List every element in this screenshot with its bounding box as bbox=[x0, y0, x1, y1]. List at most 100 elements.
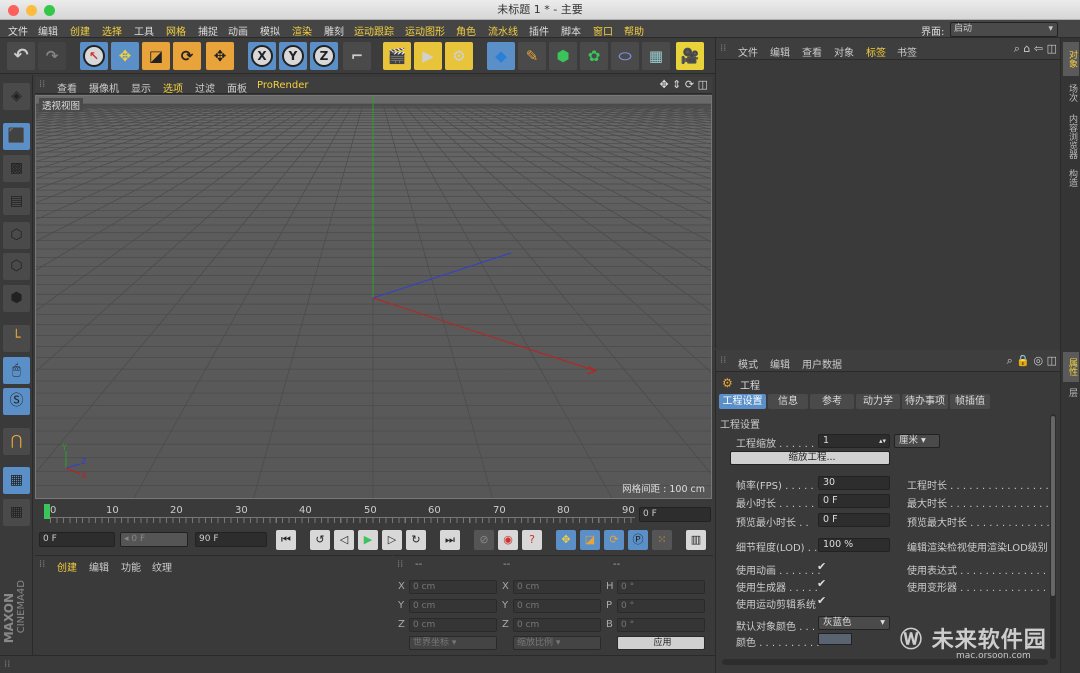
object-menu-objects[interactable]: 对象 bbox=[834, 44, 854, 59]
tab-info[interactable]: 信息 bbox=[768, 394, 808, 409]
size-x-field[interactable]: 0 cm bbox=[513, 580, 601, 594]
menu-tools[interactable]: 工具 bbox=[134, 23, 154, 38]
use-motion-system-checkbox[interactable]: ✔ bbox=[817, 594, 826, 607]
tab-reference[interactable]: 参考 bbox=[810, 394, 854, 409]
side-tab-objects[interactable]: 对象 bbox=[1063, 42, 1079, 76]
workplane-button[interactable]: ▤ bbox=[3, 188, 30, 215]
live-select-button[interactable]: ↖ bbox=[80, 42, 108, 70]
menu-script[interactable]: 脚本 bbox=[561, 23, 581, 38]
position-x-field[interactable]: 0 cm bbox=[409, 580, 497, 594]
pen-button[interactable]: ✎ bbox=[518, 42, 546, 70]
camera-button[interactable]: 🎥 bbox=[676, 42, 704, 70]
lod-field[interactable]: 100 % bbox=[818, 538, 890, 552]
scale-project-button[interactable]: 缩放工程... bbox=[730, 451, 890, 465]
scale-mode-select[interactable]: 缩放比例 ▾ bbox=[513, 636, 601, 650]
axis-mode-button[interactable]: └ bbox=[3, 325, 30, 352]
menu-motion-tracking[interactable]: 运动跟踪 bbox=[354, 23, 394, 38]
use-generators-checkbox[interactable]: ✔ bbox=[817, 577, 826, 590]
render-picture-viewer-button[interactable]: ▶ bbox=[414, 42, 442, 70]
tab-interpolation[interactable]: 帧插值 bbox=[950, 394, 990, 409]
material-menu-create[interactable]: 创建 bbox=[57, 559, 77, 574]
material-menu-function[interactable]: 功能 bbox=[121, 559, 141, 574]
scrollbar-thumb[interactable] bbox=[1051, 416, 1055, 596]
magnet-button[interactable]: ⋂ bbox=[3, 428, 30, 455]
rotate-tool-button[interactable]: ⟳ bbox=[173, 42, 201, 70]
viewport-menu-options[interactable]: 选项 bbox=[163, 80, 183, 95]
menu-render[interactable]: 渲染 bbox=[292, 23, 312, 38]
timeline-ruler[interactable]: 0 10 20 30 40 50 60 70 80 90 0 F bbox=[35, 500, 712, 528]
goto-start-button[interactable]: ⏮ bbox=[276, 530, 296, 550]
zoom-window-button[interactable] bbox=[44, 5, 55, 16]
menu-animate[interactable]: 动画 bbox=[228, 23, 248, 38]
move-tool-button[interactable]: ✥ bbox=[111, 42, 139, 70]
snap-button[interactable]: Ⓢ bbox=[3, 388, 30, 415]
tweak-mode-button[interactable]: 🖱 bbox=[3, 357, 30, 384]
viewport-menu-filter[interactable]: 过滤 bbox=[195, 80, 215, 95]
tab-project-settings[interactable]: 工程设置 bbox=[719, 394, 766, 409]
object-menu-file[interactable]: 文件 bbox=[738, 44, 758, 59]
key-rotation-button[interactable]: ⟳ bbox=[604, 530, 624, 550]
x-axis-button[interactable]: X bbox=[248, 42, 276, 70]
next-keyframe-button[interactable]: ↻ bbox=[406, 530, 426, 550]
start-frame-field[interactable]: 0 F bbox=[39, 532, 115, 547]
model-mode-button[interactable]: ⬛ bbox=[3, 123, 30, 150]
menu-mograph[interactable]: 运动图形 bbox=[405, 23, 445, 38]
minimum-time-field[interactable]: 0 F bbox=[818, 494, 890, 508]
object-manager-tools[interactable]: ⌕ ⌂ ⇦ ◫ bbox=[1014, 42, 1057, 56]
z-axis-button[interactable]: Z bbox=[310, 42, 338, 70]
viewport-menu-panel[interactable]: 面板 bbox=[227, 80, 247, 95]
size-y-field[interactable]: 0 cm bbox=[513, 599, 601, 613]
make-editable-button[interactable]: ◈ bbox=[3, 83, 30, 110]
y-axis-button[interactable]: Y bbox=[279, 42, 307, 70]
goto-end-button[interactable]: ⏭ bbox=[440, 530, 460, 550]
menu-pipeline[interactable]: 流水线 bbox=[488, 23, 518, 38]
keyframe-selection-button[interactable]: ? bbox=[522, 530, 542, 550]
polygons-mode-button[interactable]: ⬢ bbox=[3, 285, 30, 312]
position-z-field[interactable]: 0 cm bbox=[409, 618, 497, 632]
preview-min-time-field[interactable]: 0 F bbox=[818, 513, 890, 527]
play-button[interactable]: ▶ bbox=[358, 530, 378, 550]
preview-min-field[interactable]: ◂ 0 F bbox=[120, 532, 188, 547]
material-menu-edit[interactable]: 编辑 bbox=[89, 559, 109, 574]
tab-todo[interactable]: 待办事项 bbox=[902, 394, 948, 409]
render-view-button[interactable]: 🎬 bbox=[383, 42, 411, 70]
previous-keyframe-button[interactable]: ↺ bbox=[310, 530, 330, 550]
cube-button[interactable]: ◆ bbox=[487, 42, 515, 70]
material-menu-texture[interactable]: 纹理 bbox=[152, 559, 172, 574]
close-window-button[interactable] bbox=[8, 5, 19, 16]
key-pla-button[interactable]: ⁙ bbox=[652, 530, 672, 550]
end-frame-field[interactable]: 90 F bbox=[195, 532, 267, 547]
perspective-viewport[interactable]: Y Z X 透视视图 网格间距 : 100 cm bbox=[35, 95, 712, 499]
scale-tool-button[interactable]: ◪ bbox=[142, 42, 170, 70]
edges-mode-button[interactable]: ⬡ bbox=[3, 253, 30, 280]
fps-field[interactable]: 30 bbox=[818, 476, 890, 490]
coordinate-space-select[interactable]: 世界坐标 ▾ bbox=[409, 636, 497, 650]
default-object-color-select[interactable]: 灰蓝色 ▾ bbox=[818, 616, 890, 630]
menu-simulate[interactable]: 模拟 bbox=[260, 23, 280, 38]
use-animation-checkbox[interactable]: ✔ bbox=[817, 560, 826, 573]
side-tab-content-browser[interactable]: 内容浏览器 bbox=[1063, 108, 1079, 164]
side-tab-takes[interactable]: 场次 bbox=[1063, 78, 1079, 108]
apply-button[interactable]: 应用 bbox=[617, 636, 705, 650]
side-tab-attributes[interactable]: 属性 bbox=[1063, 352, 1079, 382]
viewport-nav-icons[interactable]: ✥ ⇕ ⟳ ◫ bbox=[659, 78, 708, 91]
undo-button[interactable]: ↶ bbox=[7, 42, 35, 70]
object-menu-tags[interactable]: 标签 bbox=[866, 44, 886, 59]
next-frame-button[interactable]: ▷ bbox=[382, 530, 402, 550]
layout-select[interactable]: 启动 ▾ bbox=[950, 22, 1058, 37]
key-scale-button[interactable]: ◪ bbox=[580, 530, 600, 550]
viewport-menu-display[interactable]: 显示 bbox=[131, 80, 151, 95]
key-parameter-button[interactable]: Ⓟ bbox=[628, 530, 648, 550]
side-tab-structure[interactable]: 构造 bbox=[1063, 164, 1079, 192]
attr-menu-edit[interactable]: 编辑 bbox=[770, 356, 790, 371]
unit-select[interactable]: 厘米 ▾ bbox=[894, 434, 940, 448]
side-tab-layers[interactable]: 层 bbox=[1063, 383, 1079, 401]
vertical-scrollbar[interactable] bbox=[1050, 414, 1056, 659]
points-mode-button[interactable]: ⬡ bbox=[3, 222, 30, 249]
menu-snap[interactable]: 捕捉 bbox=[198, 23, 218, 38]
attr-menu-mode[interactable]: 模式 bbox=[738, 356, 758, 371]
menu-mesh[interactable]: 网格 bbox=[166, 23, 186, 38]
minimize-window-button[interactable] bbox=[26, 5, 37, 16]
key-position-button[interactable]: ✥ bbox=[556, 530, 576, 550]
coordinate-system-button[interactable]: ⌐ bbox=[343, 42, 371, 70]
